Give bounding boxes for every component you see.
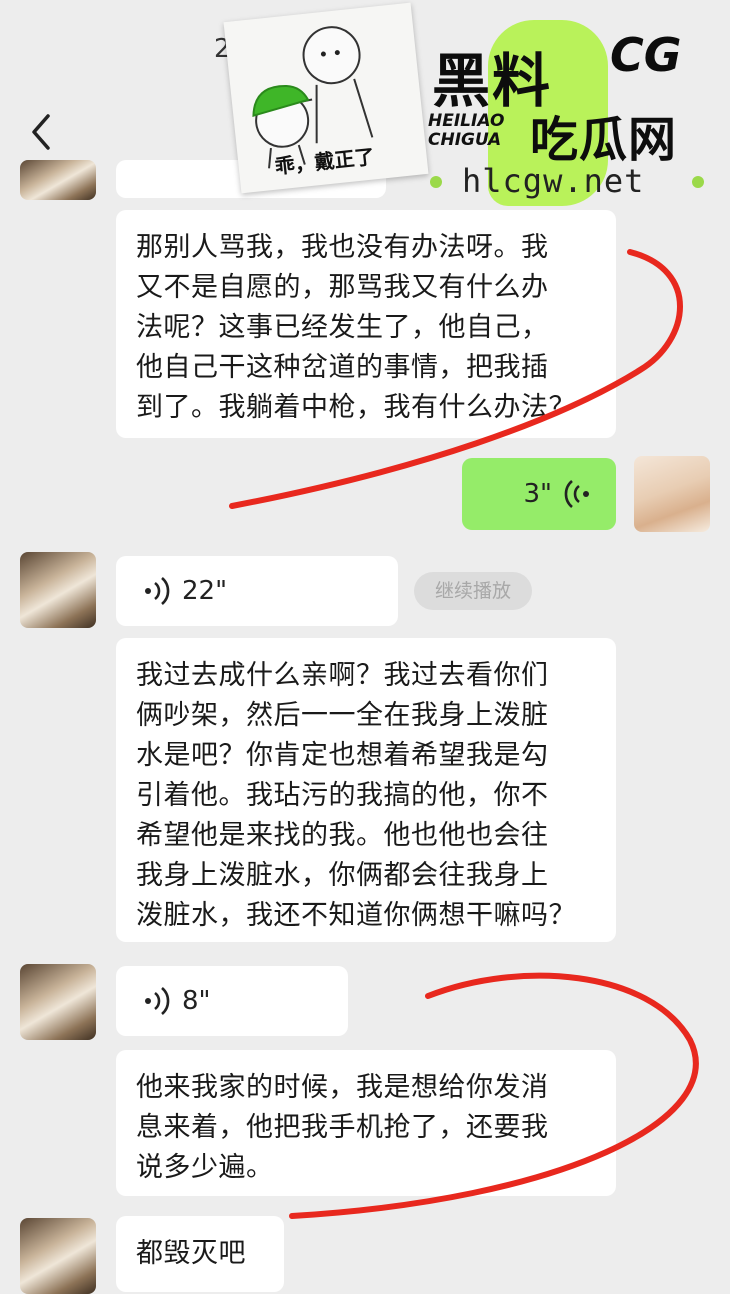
watermark-subtitle: HEILIAO CHIGUA xyxy=(428,112,524,150)
voice-duration: 22" xyxy=(182,576,228,606)
watermark-url: hlcgw.net xyxy=(462,162,645,200)
message-text: 他来我家的时候，我是想给你发消 息来着，他把我手机抢了，还要我 说多少遍。 xyxy=(136,1072,549,1183)
back-chevron-icon[interactable] xyxy=(26,112,58,152)
watermark-subtitle-line2: CHIGUA xyxy=(428,130,502,150)
sticker-image: 乖，戴正了 xyxy=(223,2,429,194)
watermark-title-2: 吃瓜网 xyxy=(530,112,678,168)
avatar-contact[interactable] xyxy=(20,552,96,628)
avatar-contact[interactable] xyxy=(20,1218,96,1294)
message-bubble-text[interactable]: 他来我家的时候，我是想给你发消 息来着，他把我手机抢了，还要我 说多少遍。 xyxy=(116,1050,616,1196)
message-text: 那别人骂我，我也没有办法呀。我 又不是自愿的，那骂我又有什么办 法呢？这事已经发… xyxy=(136,232,576,423)
avatar-self[interactable] xyxy=(634,456,710,532)
message-bubble-text[interactable]: 我过去成什么亲啊？我过去看你们 俩吵架，然后一一全在我身上泼脏 水是吧？你肯定也… xyxy=(116,638,616,942)
watermark-tag: CG xyxy=(610,28,682,82)
voice-duration: 8" xyxy=(182,986,211,1016)
voice-message-contact[interactable]: 22" xyxy=(116,556,398,626)
message-bubble-text[interactable]: 都毁灭吧 xyxy=(116,1216,284,1292)
watermark-subtitle-line1: HEILIAO xyxy=(428,111,505,131)
voice-duration: 3" xyxy=(523,479,552,509)
voice-message-contact[interactable]: 8" xyxy=(116,966,348,1036)
voice-wave-icon xyxy=(564,480,589,508)
avatar-contact[interactable] xyxy=(20,160,96,200)
message-text: 我过去成什么亲啊？我过去看你们 俩吵架，然后一一全在我身上泼脏 水是吧？你肯定也… xyxy=(136,660,576,931)
watermark-dot xyxy=(692,176,704,188)
voice-message-self[interactable]: 3" xyxy=(462,458,616,530)
message-bubble-text[interactable]: 那别人骂我，我也没有办法呀。我 又不是自愿的，那骂我又有什么办 法呢？这事已经发… xyxy=(116,210,616,438)
resume-playback-button[interactable]: 继续播放 xyxy=(414,572,532,610)
voice-wave-icon xyxy=(145,577,170,605)
watermark-dot xyxy=(430,176,442,188)
message-text: 都毁灭吧 xyxy=(136,1238,246,1269)
voice-wave-icon xyxy=(145,987,170,1015)
avatar-contact[interactable] xyxy=(20,964,96,1040)
